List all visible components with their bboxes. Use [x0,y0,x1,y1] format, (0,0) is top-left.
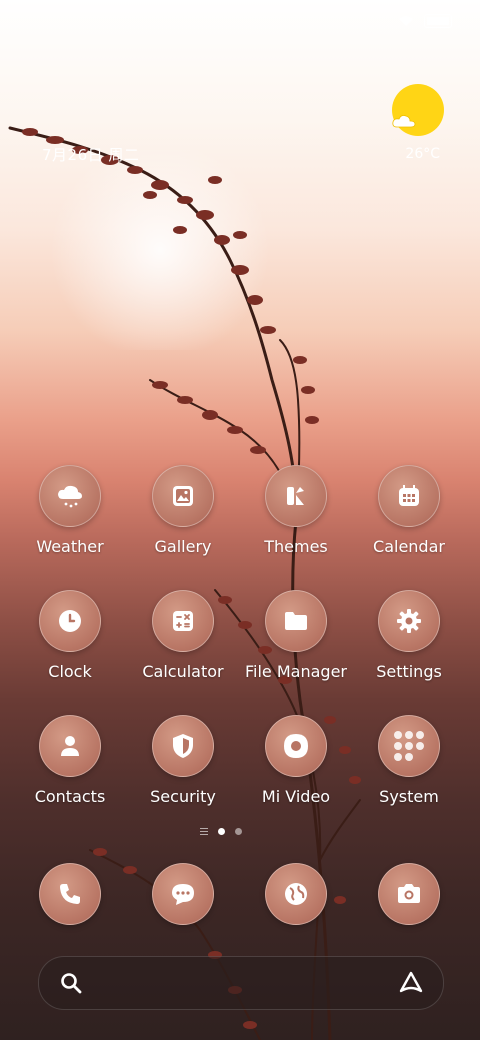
themes-icon [265,465,327,527]
wifi-icon [399,16,413,26]
app-calculator[interactable]: Calculator [123,590,243,681]
search-bar[interactable] [38,956,444,1010]
calendar-icon [378,465,440,527]
gear-icon [378,590,440,652]
dock-phone[interactable] [10,863,130,925]
app-label: System [379,787,439,806]
status-bar [398,14,452,28]
app-label: File Manager [245,662,347,681]
dock-messages[interactable] [123,863,243,925]
page-indicator[interactable] [200,828,242,835]
home-menu-icon[interactable] [200,828,208,835]
app-settings[interactable]: Settings [349,590,469,681]
app-label: Clock [48,662,92,681]
dock-browser[interactable] [236,863,356,925]
page-dot-1[interactable] [218,828,225,835]
shield-icon [152,715,214,777]
assistant-icon[interactable] [397,969,425,997]
calculator-icon [152,590,214,652]
app-label: Security [150,787,216,806]
image-icon [152,465,214,527]
cloud-rain-icon [39,465,101,527]
app-weather[interactable]: Weather [10,465,130,556]
app-file-manager[interactable]: File Manager [236,590,356,681]
app-security[interactable]: Security [123,715,243,806]
wallpaper-sun-glow [40,150,280,350]
app-label: Calendar [373,537,445,556]
clock-icon [39,590,101,652]
phone-icon [39,863,101,925]
app-calendar[interactable]: Calendar [349,465,469,556]
folder-icon [265,590,327,652]
message-icon [152,863,214,925]
battery-icon [424,14,452,28]
app-label: Mi Video [261,787,331,806]
app-label: Contacts [34,787,106,806]
app-themes[interactable]: Themes [236,465,356,556]
person-icon [39,715,101,777]
partly-sunny-icon[interactable] [392,84,444,136]
cloud-icon [392,115,416,128]
app-label: Themes [264,537,328,556]
app-gallery[interactable]: Gallery [123,465,243,556]
search-icon[interactable] [59,971,83,995]
play-icon [265,715,327,777]
app-label: Settings [376,662,442,681]
app-system-folder[interactable]: System [349,715,469,806]
temperature-label[interactable]: 26°C [405,146,440,162]
camera-icon [378,863,440,925]
page-dot-2[interactable] [235,828,242,835]
date-label[interactable]: 7月26日 周二 [42,144,139,165]
app-label: Calculator [142,662,224,681]
app-contacts[interactable]: Contacts [10,715,130,806]
app-clock[interactable]: Clock [10,590,130,681]
dock-camera[interactable] [349,863,469,925]
browser-globe-icon [265,863,327,925]
app-mi-video[interactable]: Mi Video [236,715,356,806]
app-label: Weather [36,537,104,556]
app-folder-icon [378,715,440,777]
app-label: Gallery [154,537,212,556]
